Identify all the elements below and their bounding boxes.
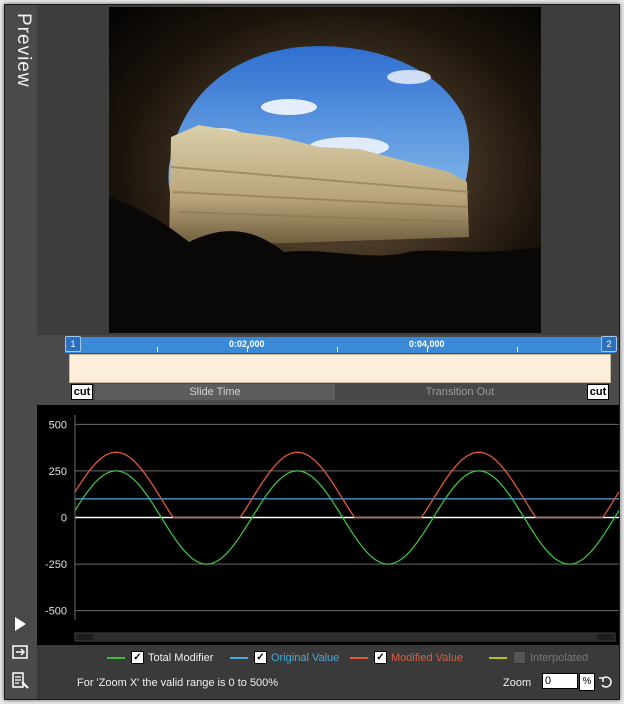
edit-list-icon bbox=[12, 672, 29, 689]
left-toolbar: Preview bbox=[5, 5, 38, 699]
graph-svg: 500 250 0 -250 -500 bbox=[45, 415, 620, 642]
preview-image bbox=[109, 7, 541, 333]
timeline-ruler: 0:02,000 0:04,000 1 2 cut Slide Time Tra… bbox=[37, 335, 619, 405]
legend-label: Original Value bbox=[271, 651, 340, 664]
play-icon bbox=[15, 617, 26, 631]
legend-swatch bbox=[350, 656, 368, 659]
legend-interpolated[interactable]: ✓ Interpolated bbox=[489, 651, 588, 664]
y-tick-label: 500 bbox=[49, 419, 67, 431]
transition-button[interactable] bbox=[7, 641, 33, 663]
zoom-input[interactable] bbox=[542, 673, 578, 689]
legend-modified-value[interactable]: ✓ Modified Value bbox=[350, 651, 463, 664]
legend-swatch bbox=[230, 656, 248, 659]
legend-label: Total Modifier bbox=[148, 651, 214, 664]
end-marker[interactable]: 2 bbox=[601, 336, 617, 352]
cut-right[interactable]: cut bbox=[587, 384, 609, 400]
panel-title: Preview bbox=[13, 13, 34, 88]
y-tick-label: 0 bbox=[61, 513, 67, 525]
legend-label: Modified Value bbox=[391, 651, 463, 664]
undo-icon bbox=[599, 676, 612, 688]
time-label-4s: 0:04,000 bbox=[409, 339, 445, 349]
y-tick-label: -250 bbox=[45, 559, 67, 571]
cut-left[interactable]: cut bbox=[71, 384, 93, 400]
legend-bar: ✓ Total Modifier ✓ Original Value ✓ Modified … bbox=[37, 645, 619, 699]
transition-icon bbox=[12, 645, 28, 659]
legend-total-modifier[interactable]: ✓ Total Modifier bbox=[107, 651, 213, 664]
graph-scrollbar[interactable] bbox=[93, 634, 597, 640]
legend-checkbox[interactable]: ✓ bbox=[131, 651, 144, 664]
timeline-track[interactable] bbox=[69, 354, 611, 383]
zoom-label: Zoom bbox=[503, 677, 532, 689]
transition-out-segment[interactable]: Transition Out bbox=[335, 384, 585, 400]
legend-original-value[interactable]: ✓ Original Value bbox=[230, 651, 339, 664]
legend-checkbox[interactable]: ✓ bbox=[513, 651, 526, 664]
preview-area bbox=[37, 5, 619, 335]
time-label-2s: 0:02,000 bbox=[229, 339, 265, 349]
time-scale[interactable] bbox=[65, 337, 615, 353]
y-tick-label: 250 bbox=[49, 466, 67, 478]
edit-list-button[interactable] bbox=[7, 669, 33, 691]
value-graph[interactable]: 500 250 0 -250 -500 bbox=[37, 405, 620, 645]
legend-swatch bbox=[107, 656, 125, 659]
legend-label: Interpolated bbox=[530, 651, 589, 664]
zoom-hint: For 'Zoom X' the valid range is 0 to 500… bbox=[77, 677, 279, 689]
y-tick-label: -500 bbox=[45, 606, 67, 618]
play-button[interactable] bbox=[7, 613, 33, 635]
legend-checkbox[interactable]: ✓ bbox=[254, 651, 267, 664]
start-marker[interactable]: 1 bbox=[65, 336, 81, 352]
legend-checkbox[interactable]: ✓ bbox=[374, 651, 387, 664]
legend-swatch bbox=[489, 656, 507, 659]
slide-time-segment[interactable]: Slide Time bbox=[95, 384, 335, 400]
reset-zoom-button[interactable] bbox=[598, 673, 614, 692]
series-modified-value bbox=[74, 451, 620, 519]
preview-window: Preview 0:02,000 0:04,000 1 2 cut Slide … bbox=[4, 4, 620, 700]
zoom-unit: % bbox=[579, 673, 595, 691]
